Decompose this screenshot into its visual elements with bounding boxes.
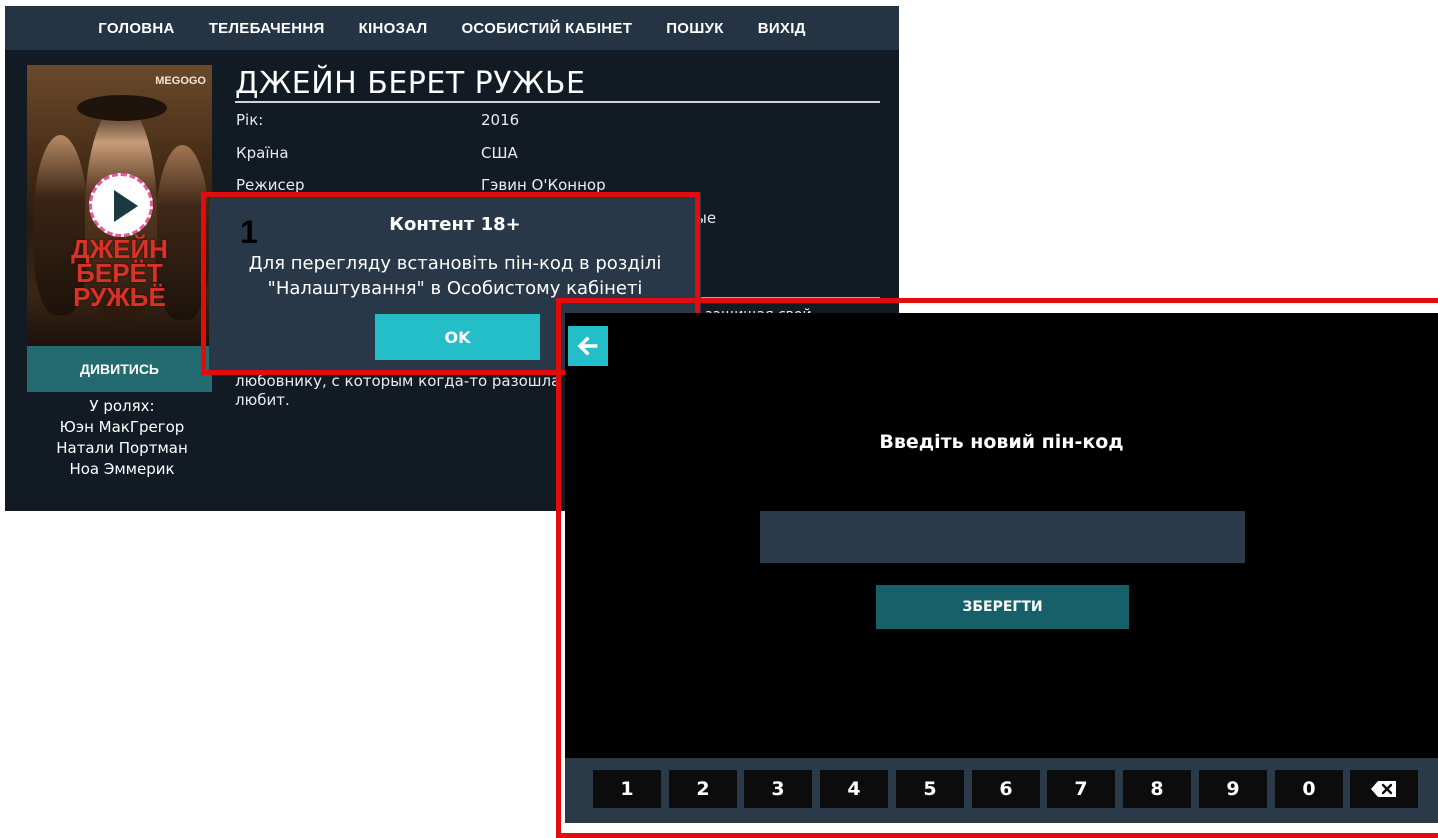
save-button[interactable]: ЗБЕРЕГТИ bbox=[876, 585, 1129, 629]
meta-value-director: Гэвин О'Коннор bbox=[481, 176, 606, 194]
cast-member: Юэн МакГрегор bbox=[59, 418, 185, 436]
numeric-keypad: 1 2 3 4 5 6 7 8 9 0 bbox=[565, 758, 1438, 823]
key-8[interactable]: 8 bbox=[1123, 770, 1191, 808]
key-7[interactable]: 7 bbox=[1047, 770, 1115, 808]
modal-message: Для перегляду встановіть пін-код в розді… bbox=[248, 253, 662, 299]
cast-member: Ноа Эммерик bbox=[69, 460, 175, 478]
movie-poster[interactable]: MEGOGO ДЖЕЙН БЕРЁТ РУЖЬЁ bbox=[27, 65, 212, 349]
key-backspace[interactable] bbox=[1350, 770, 1418, 808]
key-9[interactable]: 9 bbox=[1199, 770, 1267, 808]
nav-item-exit[interactable]: ВИХІД bbox=[758, 20, 806, 37]
poster-hat bbox=[77, 95, 167, 121]
top-navigation: ГОЛОВНА ТЕЛЕБАЧЕННЯ КІНОЗАЛ ОСОБИСТИЙ КА… bbox=[5, 6, 899, 50]
meta-value-year: 2016 bbox=[481, 111, 520, 129]
title-divider bbox=[235, 101, 880, 103]
meta-label-country: Країна bbox=[236, 144, 289, 162]
pin-setup-screen: Введіть новий пін-код ЗБЕРЕГТИ 1 2 3 4 5… bbox=[565, 313, 1438, 823]
nav-item-tv[interactable]: ТЕЛЕБАЧЕННЯ bbox=[209, 20, 325, 37]
step-marker-1: 1 bbox=[240, 214, 258, 250]
pin-prompt: Введіть новий пін-код bbox=[879, 431, 1124, 453]
play-icon[interactable] bbox=[89, 173, 153, 237]
key-0[interactable]: 0 bbox=[1275, 770, 1343, 808]
key-2[interactable]: 2 bbox=[669, 770, 737, 808]
modal-title: Контент 18+ bbox=[389, 214, 521, 235]
back-button[interactable] bbox=[568, 326, 608, 366]
meta-label-director: Режисер bbox=[236, 176, 305, 194]
nav-item-cinema[interactable]: КІНОЗАЛ bbox=[359, 20, 428, 37]
key-3[interactable]: 3 bbox=[744, 770, 812, 808]
nav-item-account[interactable]: ОСОБИСТИЙ КАБІНЕТ bbox=[461, 20, 632, 37]
meta-value-country: США bbox=[481, 144, 518, 162]
arrow-left-icon bbox=[577, 336, 598, 356]
key-4[interactable]: 4 bbox=[820, 770, 888, 808]
key-1[interactable]: 1 bbox=[593, 770, 661, 808]
cast-heading: У ролях: bbox=[89, 397, 155, 415]
cast-list: У ролях: Юэн МакГрегор Натали Портман Но… bbox=[27, 396, 217, 480]
meta-label-year: Рік: bbox=[236, 111, 264, 129]
watch-button[interactable]: ДИВИТИСЬ bbox=[27, 346, 212, 392]
poster-title-art: ДЖЕЙН БЕРЁТ РУЖЬЁ bbox=[71, 234, 168, 312]
key-5[interactable]: 5 bbox=[896, 770, 964, 808]
modal-ok-button[interactable]: OK bbox=[375, 314, 540, 360]
key-6[interactable]: 6 bbox=[972, 770, 1040, 808]
nav-item-home[interactable]: ГОЛОВНА bbox=[98, 20, 174, 37]
nav-item-search[interactable]: ПОШУК bbox=[666, 20, 724, 37]
pin-input[interactable] bbox=[760, 511, 1245, 563]
cast-member: Натали Портман bbox=[56, 439, 188, 457]
poster-brand-logo: MEGOGO bbox=[155, 75, 206, 87]
backspace-icon bbox=[1371, 781, 1396, 797]
movie-title: ДЖЕЙН БЕРЕТ РУЖЬЕ bbox=[235, 66, 586, 101]
